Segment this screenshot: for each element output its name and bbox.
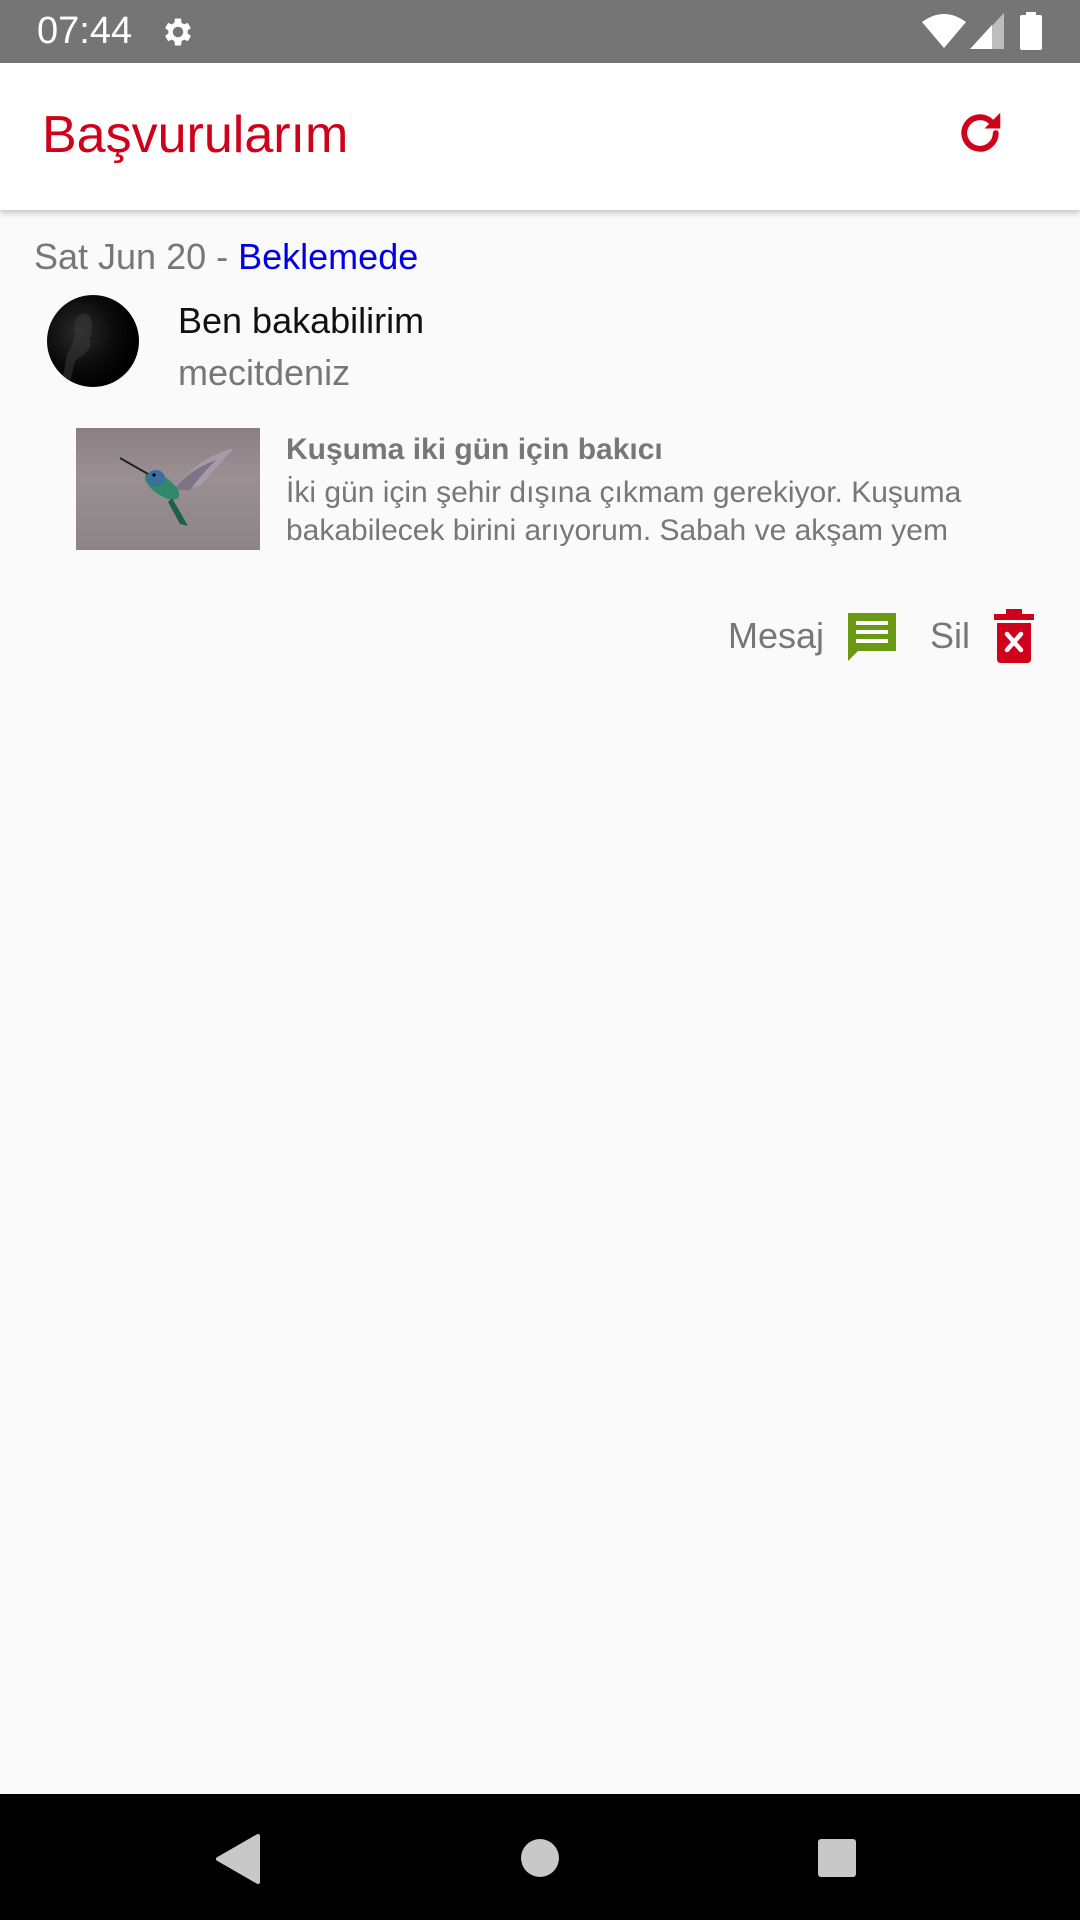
recents-icon[interactable]	[817, 1838, 857, 1878]
message-icon[interactable]	[844, 609, 900, 665]
delete-label[interactable]: Sil	[930, 615, 970, 657]
listing-image[interactable]	[76, 428, 260, 550]
battery-icon	[1020, 12, 1042, 50]
home-icon[interactable]	[520, 1838, 560, 1878]
listing-title: Kuşuma iki gün için bakıcı	[286, 433, 663, 466]
back-icon[interactable]	[214, 1834, 262, 1884]
signal-icon	[970, 13, 1004, 49]
wifi-icon	[922, 14, 966, 48]
user-name: Ben bakabilirim	[178, 300, 425, 341]
user-handle: mecitdeniz	[178, 352, 351, 393]
navigation-bar	[0, 1794, 1080, 1920]
status-badge: Beklemede	[238, 236, 419, 277]
page-title: Başvurularım	[42, 106, 349, 164]
hummingbird-icon	[119, 448, 234, 526]
delete-icon[interactable]	[992, 609, 1036, 663]
message-label[interactable]: Mesaj	[728, 615, 824, 657]
card-actions: Mesaj Sil	[0, 595, 1080, 675]
refresh-button[interactable]	[950, 103, 1010, 163]
refresh-icon	[961, 112, 1001, 152]
avatar[interactable]	[47, 295, 139, 387]
gear-icon	[165, 18, 191, 46]
application-header: Sat Jun 20 - Beklemede	[34, 236, 418, 278]
status-bar: 07:44	[0, 0, 1080, 63]
listing-description: İki gün için şehir dışına çıkmam gerekiy…	[286, 476, 962, 547]
application-date: Sat Jun 20	[34, 236, 207, 277]
status-time: 07:44	[37, 10, 133, 52]
app-bar: Başvurularım	[0, 63, 1080, 210]
person-silhouette-icon	[61, 313, 93, 387]
header-separator: -	[206, 236, 239, 277]
